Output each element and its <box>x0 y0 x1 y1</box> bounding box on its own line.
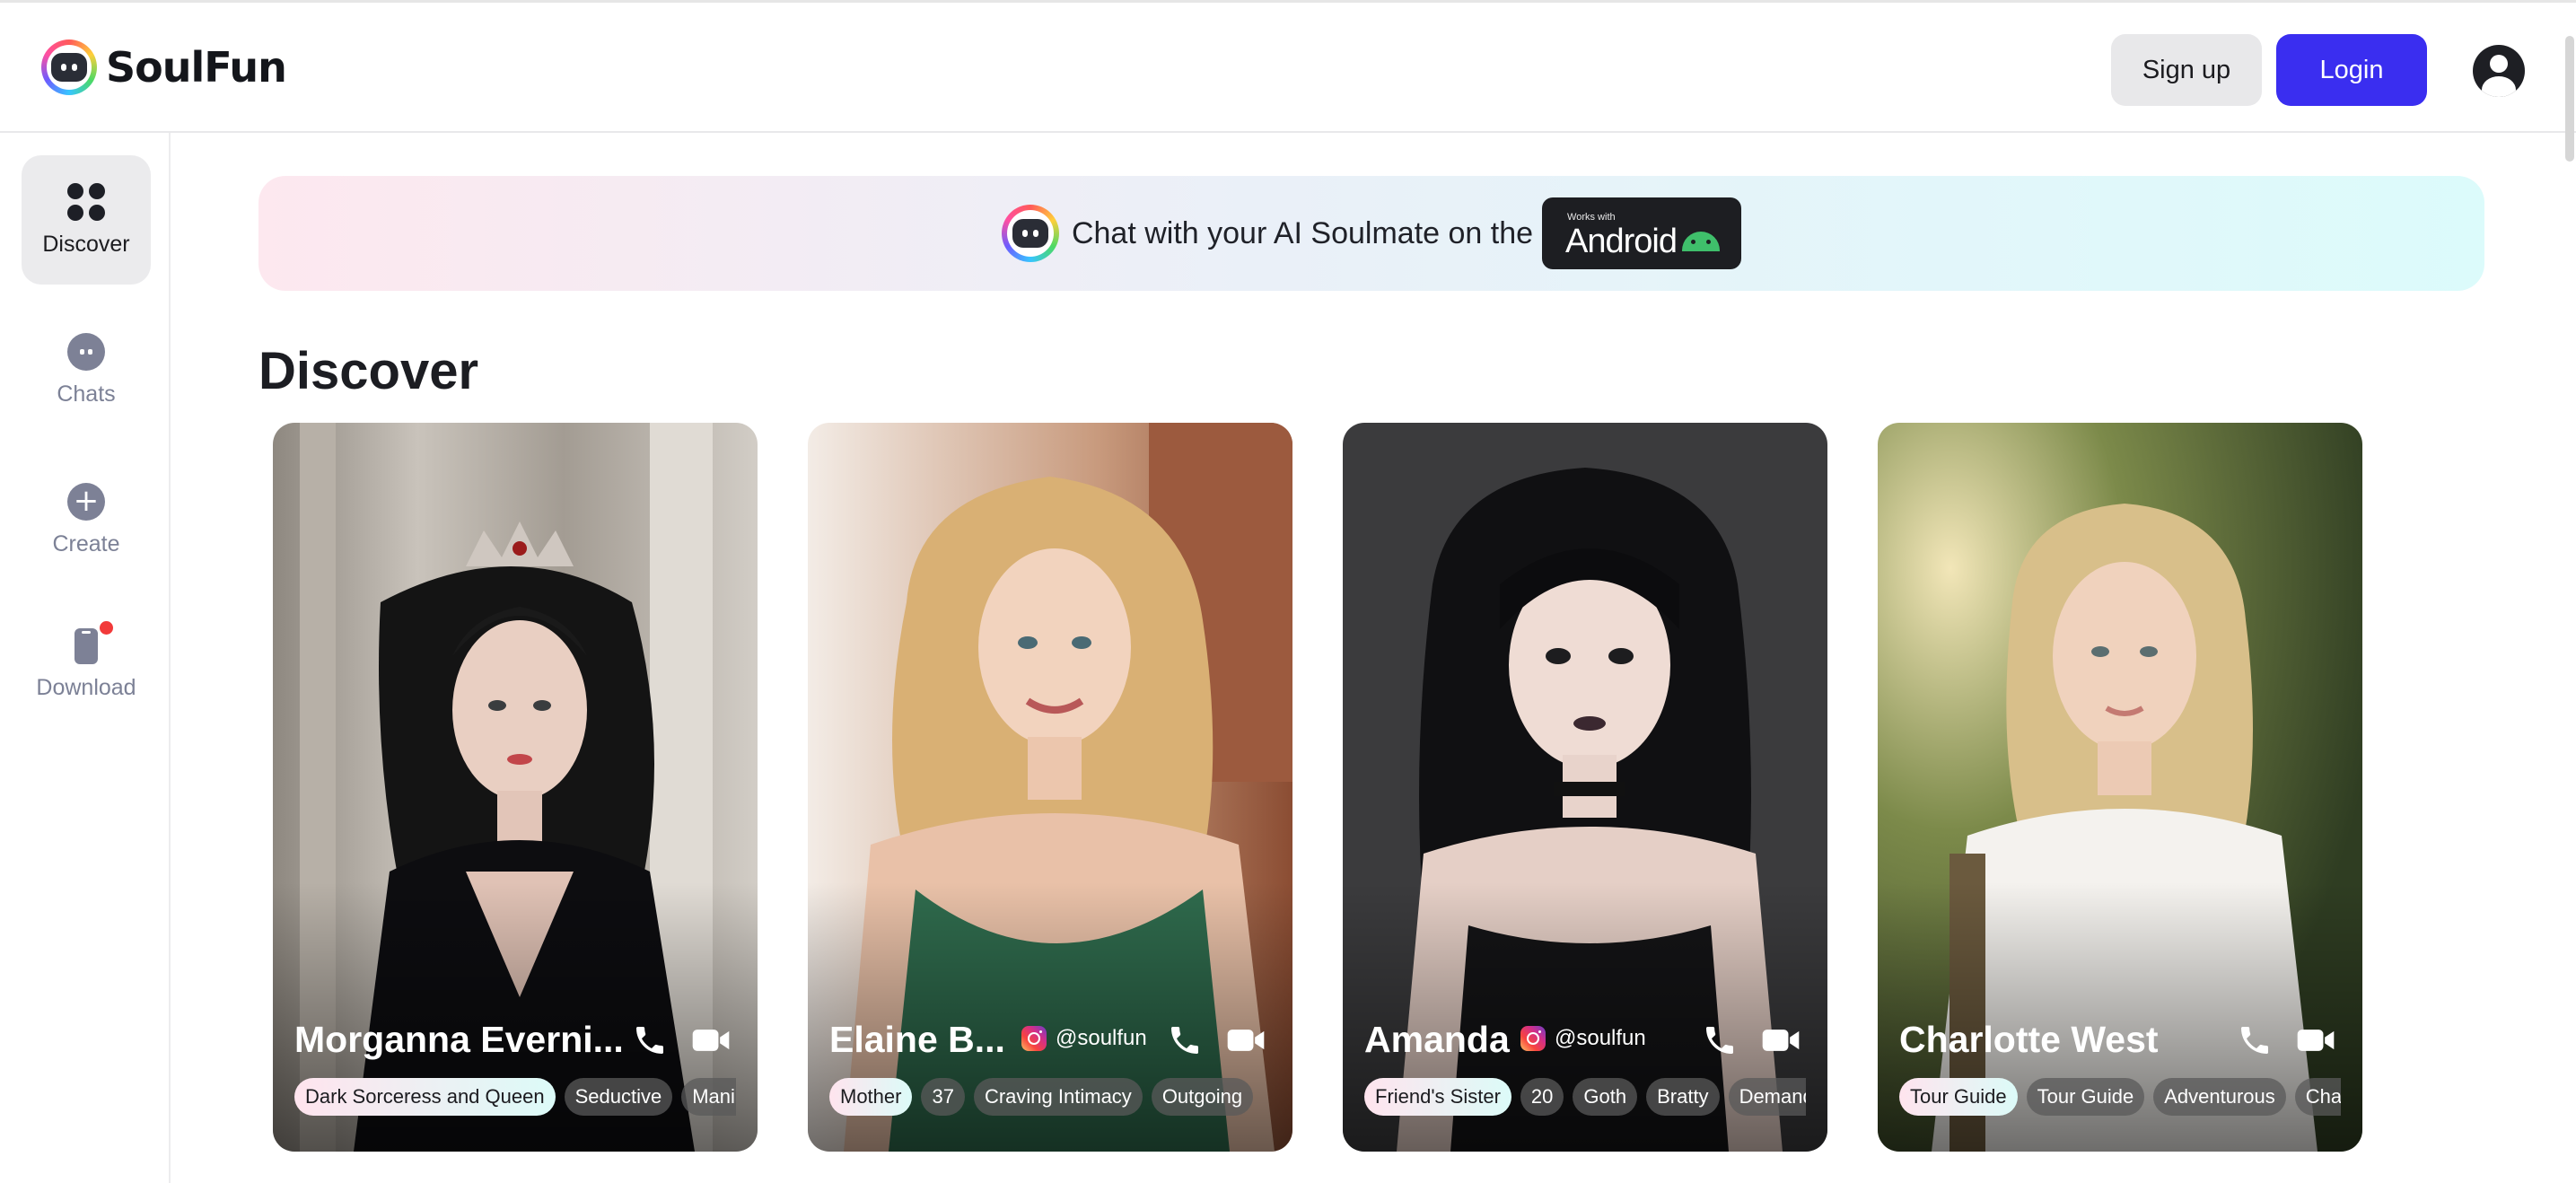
sidebar-item-label: Discover <box>42 231 130 257</box>
sidebar-item-chats[interactable]: Chats <box>22 305 151 434</box>
instagram-handle[interactable]: @soulfun <box>1520 1026 1646 1051</box>
character-name: Morganna Everni... <box>294 1019 624 1060</box>
notification-dot <box>100 621 113 635</box>
tag: 20 <box>1520 1078 1564 1116</box>
tag: 37 <box>921 1078 965 1116</box>
tag: Char <box>2294 1078 2341 1116</box>
tag: Goth <box>1573 1078 1638 1116</box>
sidebar-item-create[interactable]: + Create <box>22 455 151 584</box>
character-card[interactable]: Elaine B... @soulfun Mother 37 Craving I… <box>808 423 1292 1152</box>
page-scrollbar[interactable] <box>2565 36 2574 162</box>
character-card[interactable]: Charlotte West Tour Guide Tour Guide Adv… <box>1878 423 2362 1152</box>
sidebar-item-discover[interactable]: Discover <box>22 155 151 285</box>
tag: Adventurous <box>2153 1078 2286 1116</box>
soulfun-logo-icon <box>41 39 97 95</box>
android-badge-small: Works with <box>1567 212 1616 223</box>
tag: Outgoing <box>1151 1078 1254 1116</box>
tag: Seductive <box>564 1078 673 1116</box>
character-card[interactable]: Amanda @soulfun Friend's Sister 20 Goth … <box>1343 423 1827 1152</box>
instagram-handle[interactable]: @soulfun <box>1021 1026 1147 1051</box>
android-robot-icon <box>1682 232 1721 251</box>
character-name: Charlotte West <box>1899 1019 2159 1060</box>
login-button[interactable]: Login <box>2276 34 2427 106</box>
character-name: Elaine B... <box>829 1019 1005 1060</box>
tag: Mother <box>829 1078 913 1116</box>
video-call-icon[interactable] <box>691 1022 731 1058</box>
tag-list: Tour Guide Tour Guide Adventurous Char <box>1899 1078 2341 1116</box>
sidebar-item-label: Create <box>52 530 120 556</box>
phone-call-icon[interactable] <box>1700 1022 1739 1058</box>
tag: Friend's Sister <box>1364 1078 1511 1116</box>
chat-icon <box>67 332 105 371</box>
character-card[interactable]: Morganna Everni... Dark Sorceress and Qu… <box>273 423 758 1152</box>
phone-call-icon[interactable] <box>630 1022 670 1058</box>
sidebar-item-label: Download <box>36 674 136 700</box>
android-badge-label: Android <box>1565 223 1678 260</box>
tag: Bratty <box>1646 1078 1720 1116</box>
user-avatar-icon[interactable] <box>2473 45 2525 97</box>
sidebar: Discover Chats + Create Download <box>0 133 171 1183</box>
instagram-icon <box>1520 1026 1546 1051</box>
tag: Craving Intimacy <box>973 1078 1143 1116</box>
instagram-handle-text: @soulfun <box>1056 1026 1147 1050</box>
top-header: SoulFun Sign up Login <box>0 0 2576 133</box>
instagram-handle-text: @soulfun <box>1555 1026 1646 1050</box>
android-promo-banner[interactable]: Chat with your AI Soulmate on the Works … <box>258 176 2484 291</box>
tag: Demand <box>1728 1078 1806 1116</box>
plus-circle-icon: + <box>67 482 105 521</box>
tag-list: Dark Sorceress and Queen Seductive Manip <box>294 1078 736 1116</box>
video-call-icon[interactable] <box>2296 1022 2335 1058</box>
video-call-icon[interactable] <box>1761 1022 1801 1058</box>
phone-download-icon <box>74 627 98 664</box>
grid-icon <box>67 182 105 221</box>
phone-call-icon[interactable] <box>1165 1022 1205 1058</box>
sidebar-item-label: Chats <box>57 381 116 407</box>
signup-button[interactable]: Sign up <box>2111 34 2262 106</box>
sidebar-item-download[interactable]: Download <box>22 600 151 729</box>
tag: Tour Guide <box>2026 1078 2145 1116</box>
tag-list: Friend's Sister 20 Goth Bratty Demand <box>1364 1078 1806 1116</box>
tag: Dark Sorceress and Queen <box>294 1078 556 1116</box>
character-name: Amanda <box>1364 1019 1510 1060</box>
tag: Manip <box>681 1078 736 1116</box>
soulfun-logo-icon <box>1001 205 1059 262</box>
phone-call-icon[interactable] <box>2235 1022 2274 1058</box>
tag: Tour Guide <box>1899 1078 2018 1116</box>
banner-text: Chat with your AI Soulmate on the <box>1071 215 1534 250</box>
video-call-icon[interactable] <box>1226 1022 1266 1058</box>
tag-list: Mother 37 Craving Intimacy Outgoing <box>829 1078 1271 1116</box>
brand-logo[interactable]: SoulFun <box>41 39 287 95</box>
android-badge[interactable]: Works with Android <box>1542 197 1742 269</box>
instagram-icon <box>1021 1026 1047 1051</box>
brand-name: SoulFun <box>106 43 287 92</box>
page-title: Discover <box>258 342 479 400</box>
